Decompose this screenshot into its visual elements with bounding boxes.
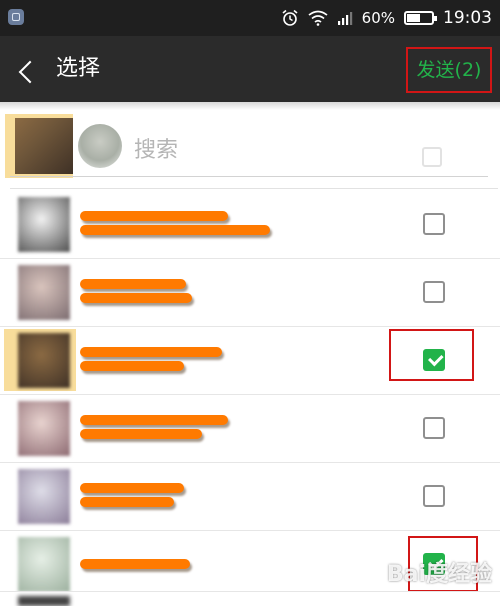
status-bar: 60% 19:03 [0,0,500,36]
name-redaction [80,559,190,569]
name-redaction [80,293,192,303]
search-checkbox [422,147,442,167]
search-input[interactable]: 搜索 [134,132,178,164]
checkbox[interactable] [423,485,445,507]
watermark: Bai度经验 [386,562,492,587]
search-bar[interactable]: 搜索 [0,110,500,180]
selected-contact-avatar[interactable] [78,124,122,168]
title-bar: 选择 发送(2) [0,36,500,102]
contact-row[interactable] [0,394,500,462]
avatar [4,329,76,391]
name-redaction [80,211,228,221]
name-redaction [80,415,228,425]
clock: 19:03 [443,8,492,28]
avatar [4,397,76,459]
status-icons: 60% 19:03 [281,0,492,36]
contact-row[interactable] [0,191,500,258]
name-redaction [80,361,184,371]
page-title: 选择 [56,56,101,81]
checkbox[interactable] [423,281,445,303]
name-redaction [80,347,222,357]
avatar [4,193,76,255]
contact-row[interactable] [0,258,500,326]
name-redaction [80,279,186,289]
alarm-icon [282,9,298,26]
highlight-box [389,329,474,381]
signal-icon [337,12,352,25]
avatar [4,465,76,527]
wifi-icon [308,10,328,26]
divider [10,188,498,189]
send-button[interactable]: 发送(2) [406,47,492,93]
name-redaction [80,429,202,439]
selected-contact-thumbnail[interactable] [5,114,73,178]
avatar [4,261,76,323]
checkbox[interactable] [423,417,445,439]
photo-icon [8,9,24,25]
list-item-partial [0,591,500,606]
battery-icon [404,11,437,25]
chevron-left-icon[interactable] [18,60,42,84]
header-shadow [0,102,500,110]
name-redaction [80,497,174,507]
checkbox[interactable] [423,213,445,235]
battery-percent: 60% [361,9,395,27]
name-redaction [80,225,270,235]
contact-row[interactable] [0,462,500,530]
search-underline [10,176,488,177]
name-redaction [80,483,184,493]
avatar [4,533,76,595]
